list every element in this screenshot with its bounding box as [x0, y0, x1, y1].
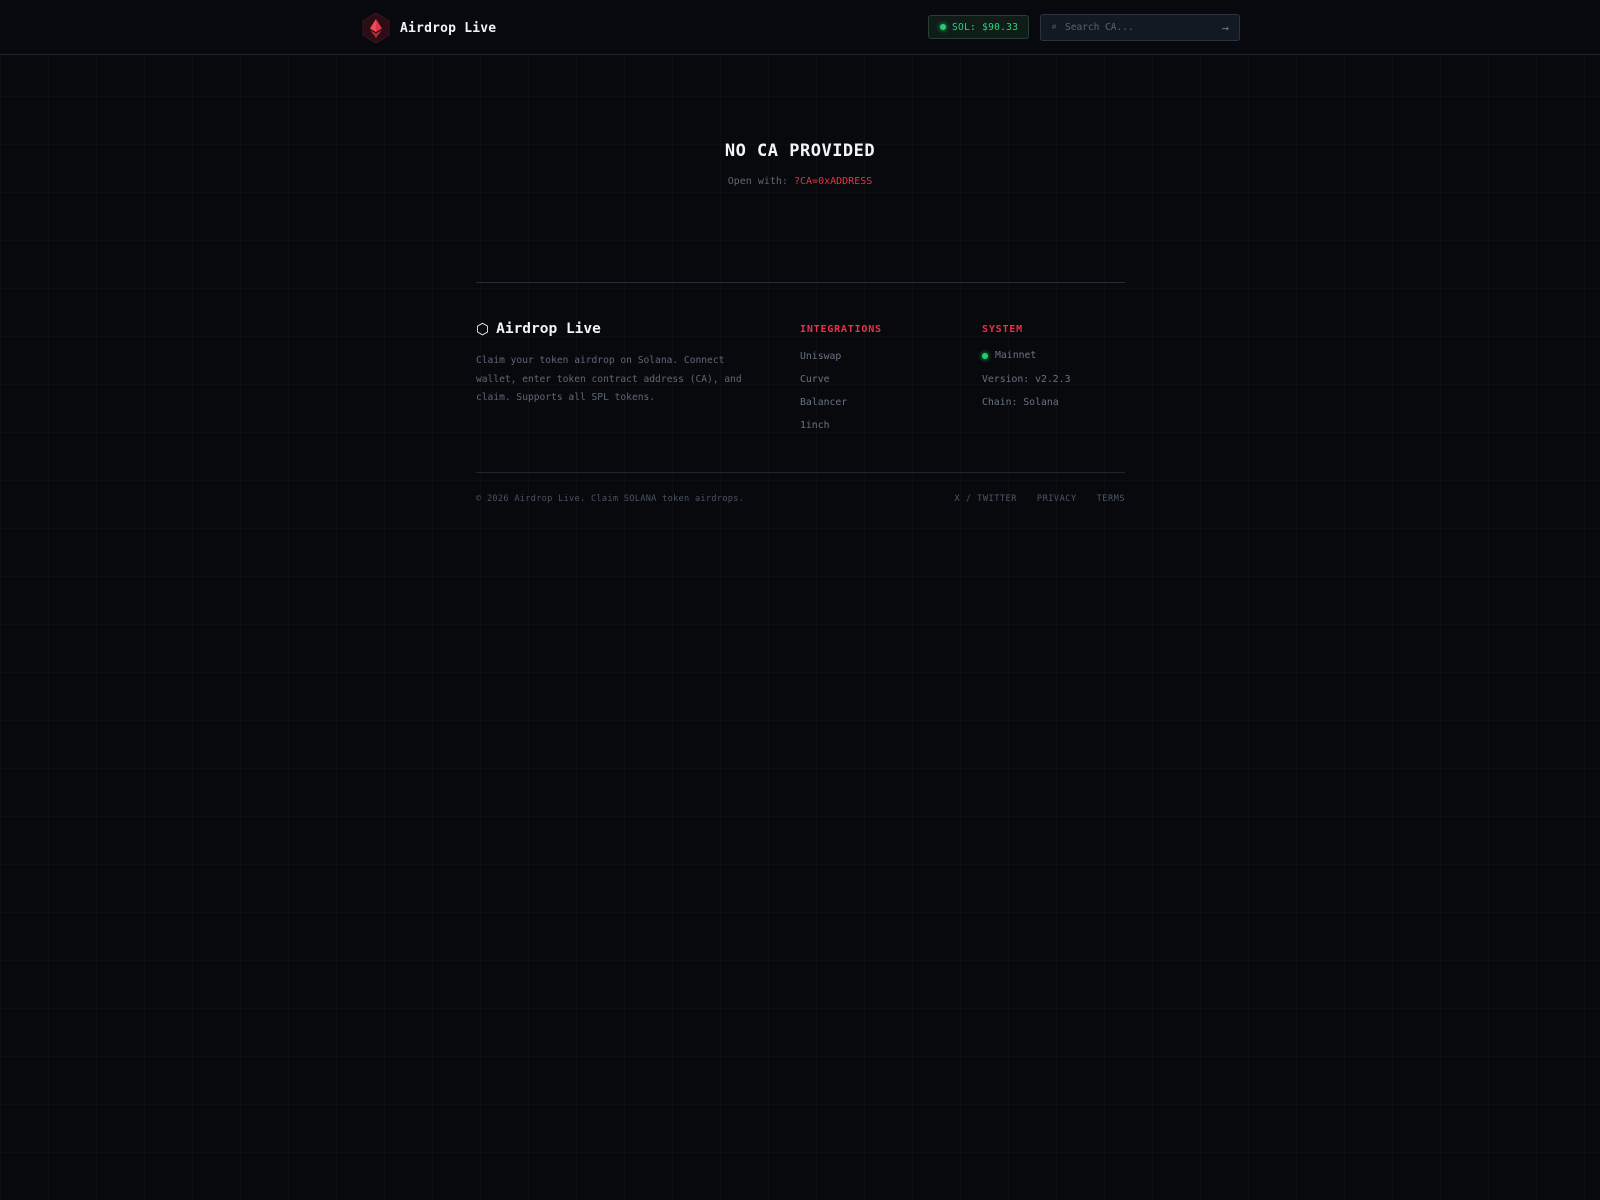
chain-label: Chain: Solana	[982, 397, 1059, 408]
integrations-heading: INTEGRATIONS	[800, 324, 882, 335]
brand-name: Airdrop Live	[400, 20, 497, 36]
search-icon: ⌕	[1051, 21, 1058, 33]
usage-hint: Open with: ?CA=0xADDRESS	[600, 176, 1000, 187]
search-ca-box: ⌕ →	[1040, 14, 1240, 41]
brand-home-link[interactable]: Airdrop Live	[362, 12, 496, 44]
integration-link-1inch[interactable]: 1inch	[800, 420, 830, 431]
integration-link-curve[interactable]: Curve	[800, 374, 830, 385]
footer-divider-top	[476, 282, 1125, 283]
footer-legal-links: X / TWITTER PRIVACY TERMS	[954, 494, 1125, 504]
footer-brand-name: Airdrop Live	[496, 321, 601, 337]
integration-link-balancer[interactable]: Balancer	[800, 397, 847, 408]
footer-brand: ⬡ Airdrop Live	[476, 321, 601, 337]
hexagon-icon: ⬡	[476, 319, 490, 338]
usage-hint-prefix: Open with:	[727, 176, 788, 187]
no-ca-heading: NO CA PROVIDED	[724, 141, 876, 161]
mainnet-status-dot-icon	[982, 352, 988, 359]
twitter-link[interactable]: X / TWITTER	[954, 494, 1016, 504]
copyright-text: © 2026 Airdrop Live. Claim SOLANA token …	[476, 494, 745, 504]
privacy-link[interactable]: PRIVACY	[1037, 494, 1077, 504]
sol-price-badge: SOL: $90.33	[928, 15, 1029, 39]
network-label: Mainnet	[995, 350, 1037, 361]
arrow-right-icon[interactable]: →	[1222, 20, 1229, 36]
sol-price-text: SOL: $90.33	[952, 21, 1019, 33]
usage-hint-code: ?CA=0xADDRESS	[793, 176, 873, 187]
footer-divider-bottom	[476, 472, 1125, 473]
live-status-dot-icon	[940, 24, 946, 30]
system-heading: SYSTEM	[982, 324, 1023, 335]
network-status: Mainnet	[982, 350, 1036, 361]
terms-link[interactable]: TERMS	[1097, 494, 1125, 504]
ethereum-hexagon-logo-icon	[362, 12, 390, 44]
top-nav-bar: Airdrop Live SOL: $90.33 ⌕ →	[0, 0, 1600, 55]
version-label: Version: v2.2.3	[982, 374, 1071, 385]
integration-link-uniswap[interactable]: Uniswap	[800, 351, 841, 362]
footer-description: Claim your token airdrop on Solana. Conn…	[476, 355, 742, 404]
search-ca-input[interactable]	[1065, 17, 1205, 38]
